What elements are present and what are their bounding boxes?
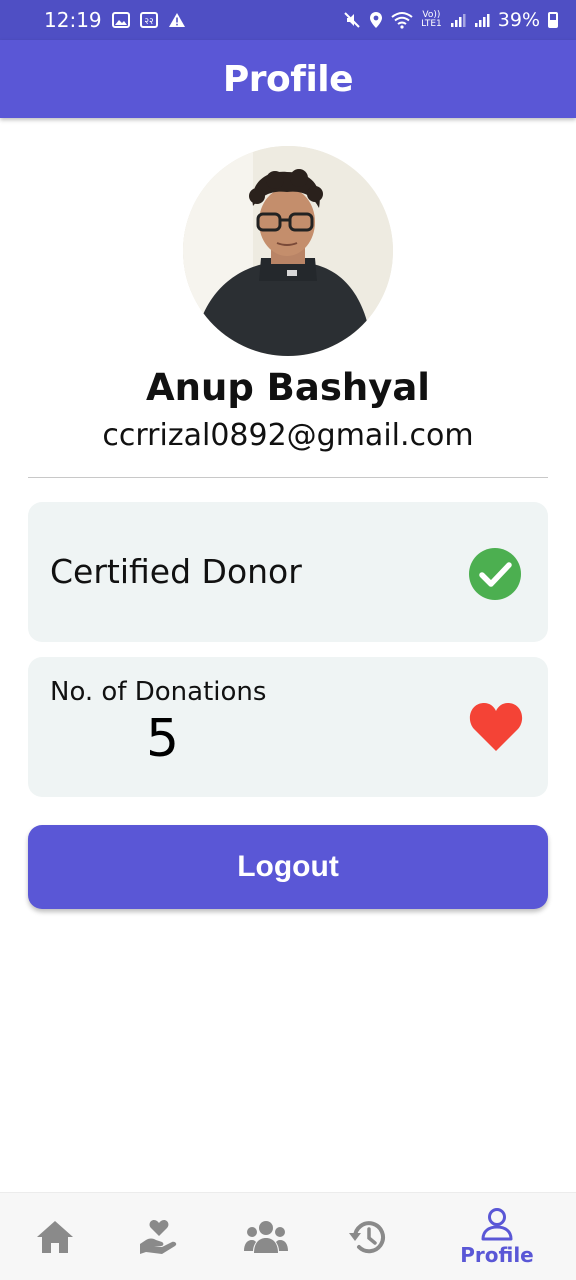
nav-profile-label: Profile [460,1243,534,1267]
certified-donor-label: Certified Donor [50,552,302,591]
status-bar: 12:19 २२ Vo)) LTE1 39% [0,0,576,40]
nav-profile[interactable]: Profile [455,1193,539,1280]
community-icon [244,1221,288,1253]
signal-1-icon [450,12,466,28]
svg-text:२२: २२ [144,17,154,27]
logout-label: Logout [237,850,339,883]
profile-email: ccrrizal0892@gmail.com [102,418,474,453]
bottom-nav: Profile [0,1192,576,1280]
signal-2-icon [474,12,490,28]
status-time: 12:19 [44,8,102,32]
logout-button[interactable]: Logout [28,825,548,909]
page-title: Profile [222,58,354,100]
home-icon [37,1221,73,1253]
app-bar: Profile [0,40,576,118]
avatar [183,146,393,356]
donations-count: 5 [146,709,180,769]
status-right: Vo)) LTE1 39% [343,9,558,31]
battery-icon [548,12,558,28]
warning-icon [168,12,186,28]
check-circle-icon [469,548,521,600]
profile-icon [481,1208,513,1241]
status-left: 12:19 २२ [44,8,186,32]
donate-hand-heart-icon [140,1220,177,1254]
battery-percent: 39% [497,9,540,31]
volte-lte-icon: Vo)) LTE1 [421,11,442,29]
nav-home[interactable] [30,1193,80,1280]
nav-community[interactable] [241,1193,291,1280]
nav-donate[interactable] [134,1193,184,1280]
divider [28,477,548,478]
location-icon [369,11,383,29]
lte-label: LTE1 [421,19,442,29]
history-icon [349,1221,385,1254]
certified-donor-card: Certified Donor [28,502,548,642]
donations-card: No. of Donations 5 [28,657,548,797]
app-notification-icon: २२ [139,12,158,28]
gallery-notification-icon [111,12,130,28]
profile-name: Anup Bashyal [146,366,430,409]
heart-icon [469,702,523,751]
mute-icon [343,11,361,29]
donations-label: No. of Donations [50,677,267,707]
wifi-icon [391,11,413,29]
nav-history[interactable] [342,1193,392,1280]
avatar-photo [183,146,393,356]
